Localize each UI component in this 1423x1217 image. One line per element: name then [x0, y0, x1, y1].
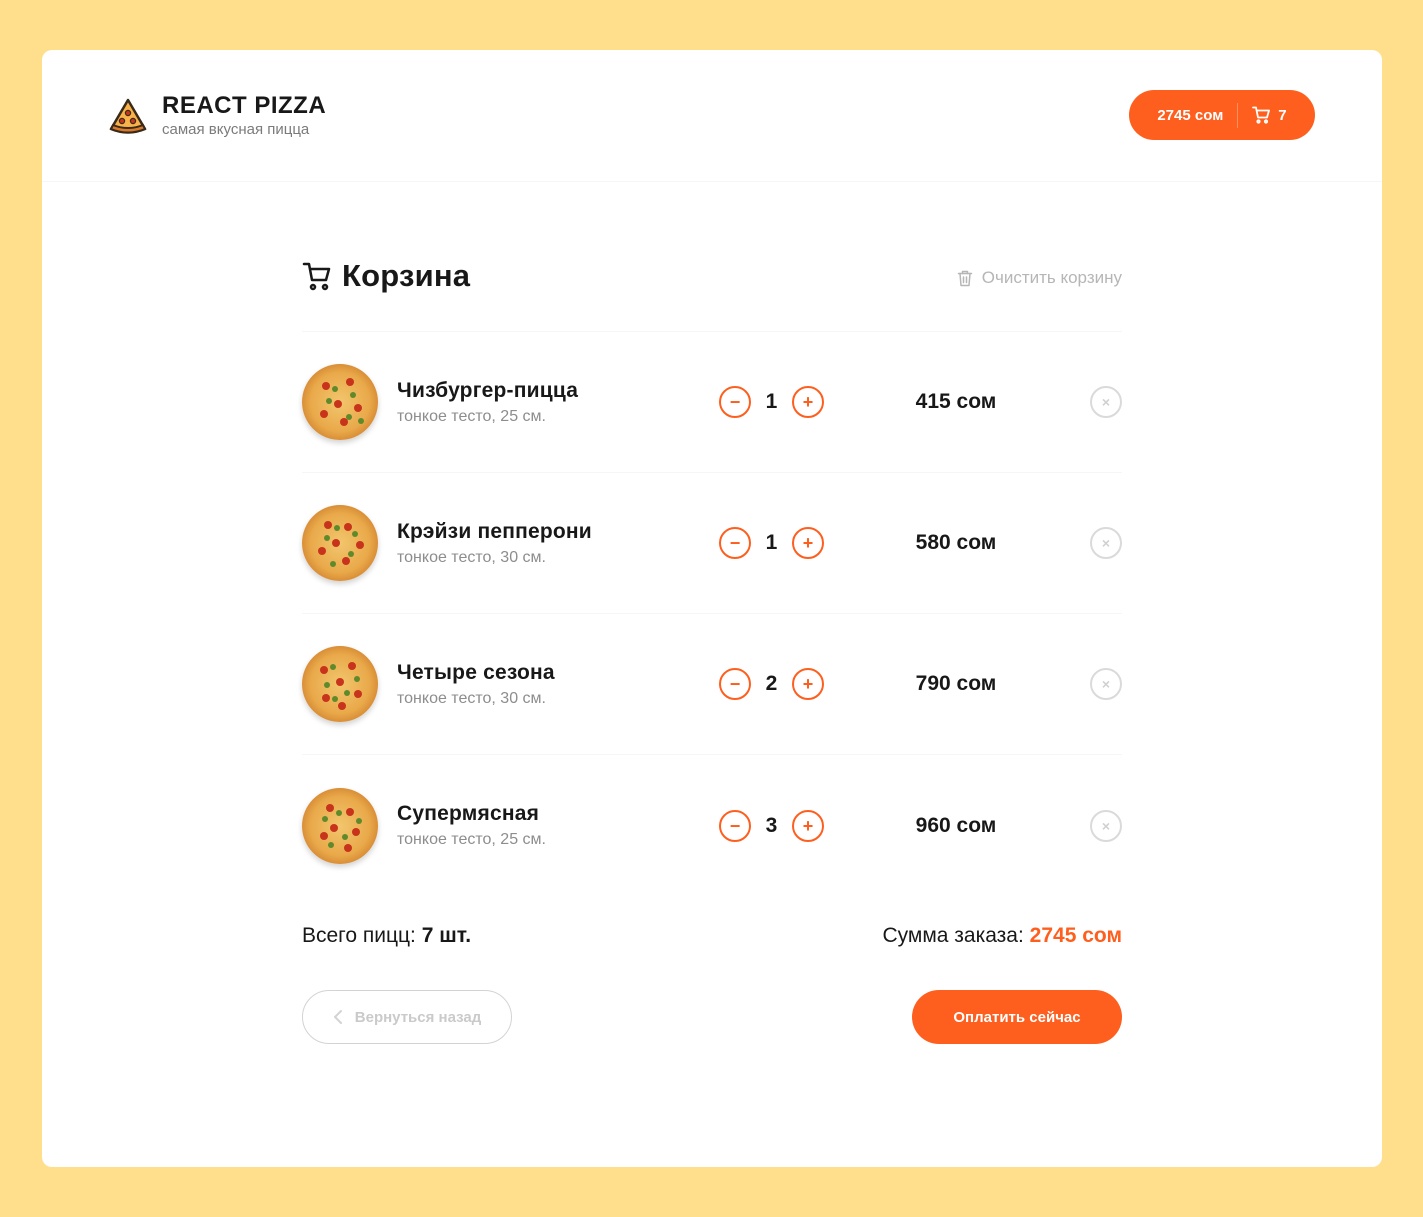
item-counter: − 3 + — [719, 809, 824, 842]
plus-button[interactable]: + — [792, 386, 824, 418]
clear-cart-label: Очистить корзину — [981, 268, 1122, 287]
plus-button[interactable]: + — [792, 809, 824, 842]
item-price: 415 сом — [915, 390, 997, 413]
item-desc: тонкое тесто, 25 см. — [397, 831, 546, 848]
header-cart-count: 7 — [1278, 106, 1287, 124]
plus-button[interactable]: + — [792, 527, 824, 559]
cart-icon — [302, 262, 331, 291]
header-cart-total: 2745 сом — [1157, 106, 1224, 124]
item-count: 1 — [765, 390, 778, 413]
pizza-image — [302, 364, 378, 440]
minus-button[interactable]: − — [719, 809, 751, 842]
trash-icon — [957, 270, 972, 287]
cart-item: Четыре сезона тонкое тесто, 30 см. − 2 +… — [302, 614, 1122, 755]
total-price: Сумма заказа: 2745 сом — [882, 924, 1122, 948]
item-count: 1 — [765, 531, 778, 554]
cart-items: Чизбургер-пицца тонкое тесто, 25 см. − 1… — [302, 332, 1122, 896]
item-name: Четыре сезона — [397, 660, 555, 684]
cart-summary: Всего пицц: 7 шт. Сумма заказа: 2745 сом — [302, 924, 1122, 948]
cart-icon — [1252, 106, 1271, 124]
item-desc: тонкое тесто, 30 см. — [397, 548, 546, 566]
total-price-label: Сумма заказа: — [882, 924, 1024, 947]
minus-button[interactable]: − — [719, 527, 751, 559]
cart-item: Крэйзи пепперони тонкое тесто, 30 см. − … — [302, 473, 1122, 614]
item-name: Крэйзи пепперони — [397, 519, 592, 543]
remove-item-button[interactable]: × — [1090, 527, 1122, 559]
item-counter: − 1 + — [719, 527, 824, 559]
clear-cart-button[interactable]: Очистить корзину — [956, 268, 1122, 288]
cart-title-text: Корзина — [342, 258, 471, 293]
total-price-value: 2745 сом — [1029, 924, 1122, 947]
item-name: Супермясная — [397, 802, 540, 825]
minus-button[interactable]: − — [719, 386, 751, 418]
total-count-label: Всего пицц: — [302, 924, 416, 947]
item-info: Чизбургер-пицца тонкое тесто, 25 см. — [397, 379, 717, 426]
item-counter: − 2 + — [719, 668, 824, 700]
total-count-value: 7 шт. — [421, 924, 472, 947]
remove-item-button[interactable]: × — [1090, 668, 1122, 700]
cart-buttons: Вернуться назад Оплатить сейчас — [302, 990, 1122, 1044]
brand-subtitle: самая вкусная пицца — [162, 121, 310, 138]
header: REACT PIZZA самая вкусная пицца 2745 сом… — [42, 50, 1382, 182]
cart-section: Корзина Очистить корзину Чизбургер-пицца… — [302, 258, 1122, 1044]
item-info: Четыре сезона тонкое тесто, 30 см. — [397, 661, 717, 708]
item-price: 790 сом — [915, 672, 997, 695]
item-price: 580 сом — [915, 531, 997, 554]
item-desc: тонкое тесто, 30 см. — [397, 689, 546, 707]
header-cart-button[interactable]: 2745 сом 7 — [1129, 90, 1315, 140]
remove-item-button[interactable]: × — [1090, 386, 1122, 418]
header-cart-divider — [1237, 102, 1239, 128]
back-button-label: Вернуться назад — [354, 1008, 482, 1026]
pizza-image — [302, 646, 378, 722]
pizza-image — [302, 787, 378, 864]
minus-button[interactable]: − — [719, 668, 751, 700]
pizza-logo-icon — [109, 98, 147, 134]
back-button[interactable]: Вернуться назад — [302, 990, 512, 1044]
plus-button[interactable]: + — [792, 668, 824, 700]
cart-item: Супермясная тонкое тесто, 25 см. − 3 + 9… — [302, 755, 1122, 896]
page-container: REACT PIZZA самая вкусная пицца 2745 сом… — [42, 50, 1382, 1167]
chevron-left-icon — [333, 1010, 342, 1024]
item-info: Крэйзи пепперони тонкое тесто, 30 см. — [397, 520, 717, 567]
pizza-image — [302, 505, 378, 581]
item-price: 960 сом — [915, 813, 997, 837]
cart-top: Корзина Очистить корзину — [302, 258, 1122, 332]
item-count: 2 — [765, 672, 778, 695]
logo[interactable]: REACT PIZZA самая вкусная пицца — [108, 92, 326, 139]
item-counter: − 1 + — [719, 386, 824, 418]
remove-item-button[interactable]: × — [1090, 809, 1122, 842]
cart-item: Чизбургер-пицца тонкое тесто, 25 см. − 1… — [302, 332, 1122, 473]
pay-button[interactable]: Оплатить сейчас — [912, 990, 1122, 1044]
item-name: Чизбургер-пицца — [397, 378, 579, 402]
item-count: 3 — [765, 813, 778, 837]
item-desc: тонкое тесто, 25 см. — [397, 407, 546, 425]
cart-title: Корзина — [302, 258, 470, 294]
brand-title: REACT PIZZA — [162, 92, 327, 119]
total-count: Всего пицц: 7 шт. — [302, 924, 471, 948]
item-info: Супермясная тонкое тесто, 25 см. — [397, 802, 717, 849]
